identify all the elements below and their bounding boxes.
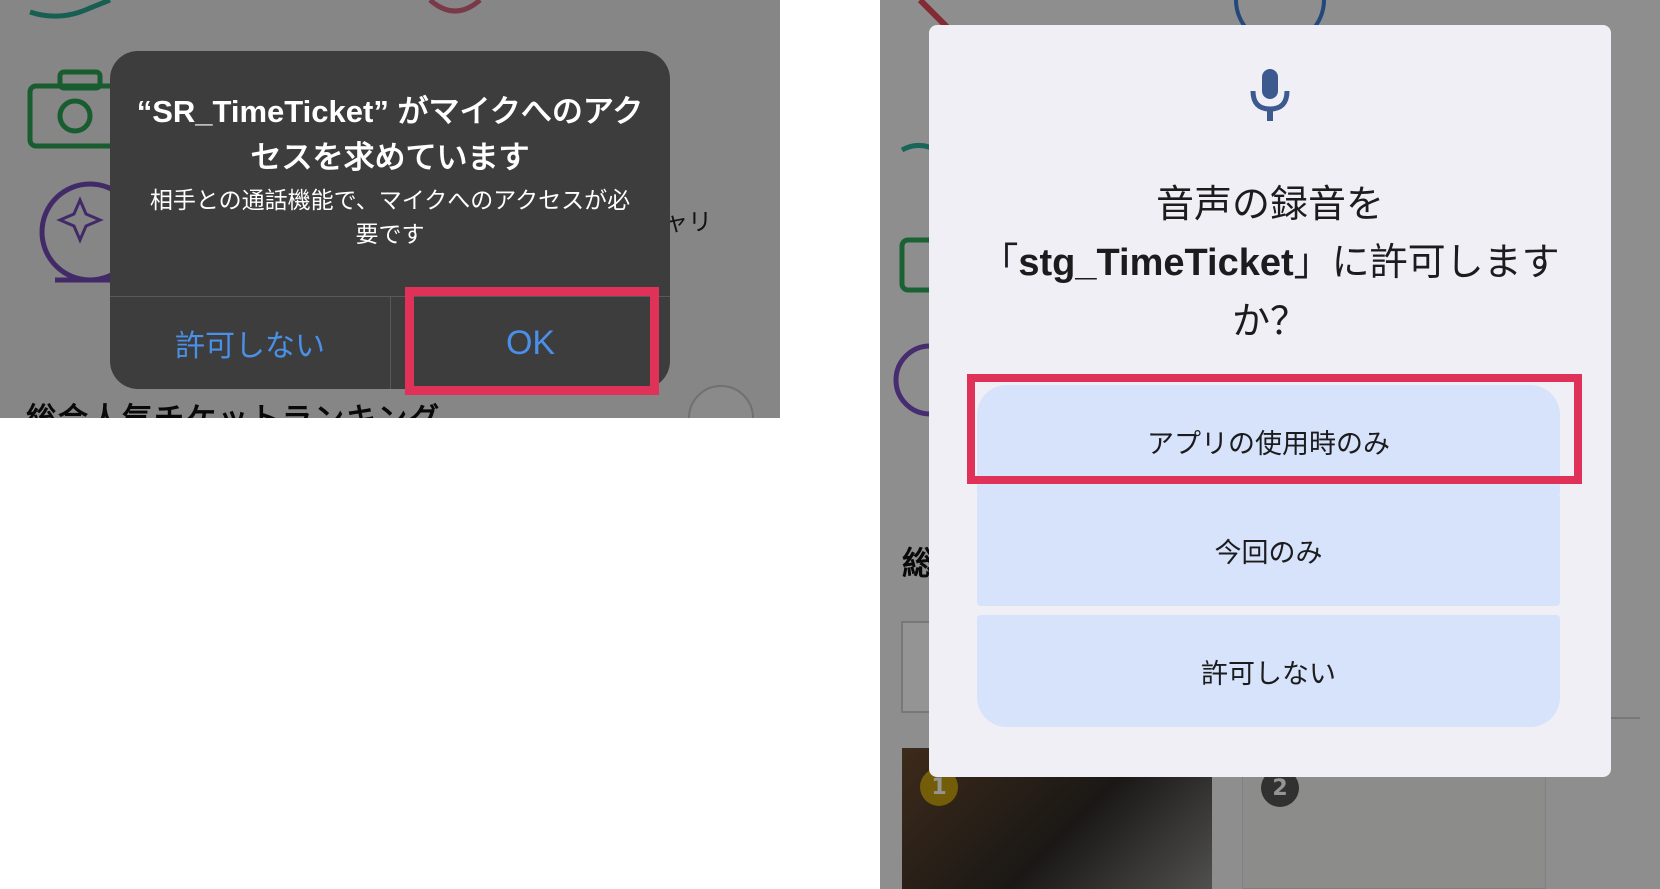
alert-title: “SR_TimeTicket” がマイクへのアクセスを求めています xyxy=(136,94,644,175)
title-line: 音声の録音を xyxy=(1155,182,1384,226)
app-name: stg_TimeTicket xyxy=(1018,242,1294,284)
alert-message: 相手との通話機能で、マイクへのアクセスが必要です xyxy=(149,188,631,248)
allow-this-time-button[interactable]: 今回のみ xyxy=(977,494,1560,606)
comparison-canvas: ャリ 総合人気チケットランキング “SR_TimeTicket” がマイクへのア… xyxy=(0,0,1660,889)
highlight-box-while-using xyxy=(967,374,1582,484)
ios-screenshot: ャリ 総合人気チケットランキング “SR_TimeTicket” がマイクへのア… xyxy=(0,0,780,418)
title-bracket: 「 xyxy=(980,240,1019,284)
dialog-title: 音声の録音を 「stg_TimeTicket」に許可しますか？ xyxy=(969,175,1571,350)
microphone-icon xyxy=(1250,69,1290,121)
highlight-box-ok xyxy=(405,287,659,395)
deny-button[interactable]: 許可しない xyxy=(977,615,1560,727)
deny-button[interactable]: 許可しない xyxy=(110,297,390,389)
